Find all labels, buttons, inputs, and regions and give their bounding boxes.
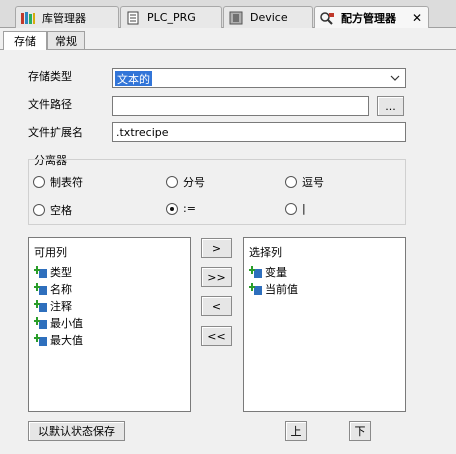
list-item[interactable]: 最小值	[34, 315, 83, 331]
remove-column-button[interactable]: <	[201, 296, 232, 316]
tab-storage[interactable]: 存储	[3, 31, 47, 50]
list-item[interactable]: 注释	[34, 298, 72, 314]
tab-divider	[0, 49, 456, 50]
list-item-label: 注释	[50, 300, 72, 313]
move-down-button[interactable]: 下	[349, 421, 371, 441]
selected-columns-title: 选择列	[249, 246, 282, 259]
radio-button-checked[interactable]	[166, 202, 178, 215]
list-item-label: 名称	[50, 283, 72, 296]
radio-label: 分号	[183, 176, 205, 189]
close-icon[interactable]: ✕	[412, 11, 422, 25]
document-icon	[125, 11, 141, 25]
tab-label: 常规	[55, 34, 77, 48]
move-up-button[interactable]: 上	[285, 421, 307, 441]
variable-icon	[249, 283, 262, 295]
radio-label: 逗号	[302, 176, 324, 189]
file-path-label: 文件路径	[28, 98, 72, 111]
list-item[interactable]: 当前值	[249, 281, 298, 297]
tab-recipe-manager[interactable]: 配方管理器 ✕	[314, 6, 429, 28]
radio-button[interactable]	[285, 176, 297, 188]
file-extension-input[interactable]: .txtrecipe	[112, 122, 406, 142]
chevron-down-icon[interactable]	[389, 71, 401, 85]
radio-label: :=	[183, 202, 196, 215]
device-icon	[228, 11, 244, 25]
available-columns-title: 可用列	[34, 246, 67, 259]
list-item[interactable]: 名称	[34, 281, 72, 297]
radio-label: |	[302, 202, 306, 215]
radio-button[interactable]	[33, 204, 45, 216]
tab-library-manager[interactable]: 库管理器	[15, 6, 119, 28]
radio-space[interactable]: 空格	[33, 202, 72, 218]
radio-button[interactable]	[33, 176, 45, 188]
list-item[interactable]: 最大值	[34, 332, 83, 348]
variable-icon	[34, 266, 47, 278]
variable-icon	[34, 317, 47, 329]
browse-button[interactable]: ...	[377, 96, 404, 116]
remove-all-columns-button[interactable]: <<	[201, 326, 232, 346]
list-item-label: 最大值	[50, 334, 83, 347]
available-columns-list[interactable]: 可用列 类型 名称 注释 最小值 最大值	[28, 237, 191, 412]
add-all-columns-button[interactable]: >>	[201, 267, 232, 287]
radio-pipe[interactable]: |	[285, 202, 306, 215]
list-item-label: 最小值	[50, 317, 83, 330]
file-path-input[interactable]	[112, 96, 369, 116]
separator-group	[28, 159, 406, 225]
radio-tab[interactable]: 制表符	[33, 174, 83, 190]
add-column-button[interactable]: >	[201, 238, 232, 258]
tab-label: 存储	[14, 35, 36, 48]
list-item[interactable]: 变量	[249, 264, 287, 280]
tab-general[interactable]: 常规	[47, 31, 85, 49]
storage-type-value: 文本的	[115, 71, 152, 86]
list-item[interactable]: 类型	[34, 264, 72, 280]
selected-columns-list[interactable]: 选择列 变量 当前值	[243, 237, 406, 412]
list-item-label: 变量	[265, 266, 287, 279]
radio-label: 制表符	[50, 176, 83, 189]
variable-icon	[249, 266, 262, 278]
save-default-button[interactable]: 以默认状态保存	[28, 421, 125, 441]
tab-label: PLC_PRG	[147, 11, 196, 24]
storage-type-dropdown[interactable]: 文本的	[112, 68, 406, 88]
variable-icon	[34, 334, 47, 346]
tab-label: 配方管理器	[341, 11, 396, 25]
list-item-label: 类型	[50, 266, 72, 279]
radio-semicolon[interactable]: 分号	[166, 174, 205, 190]
recipe-manager-icon	[319, 11, 335, 25]
tab-label: 库管理器	[42, 11, 86, 25]
variable-icon	[34, 283, 47, 295]
tab-device[interactable]: Device	[223, 6, 313, 28]
radio-button[interactable]	[285, 202, 297, 215]
tab-label: Device	[250, 11, 288, 24]
radio-assign[interactable]: :=	[166, 202, 196, 215]
variable-icon	[34, 300, 47, 312]
library-icon	[20, 11, 36, 25]
tab-plc-prg[interactable]: PLC_PRG	[120, 6, 222, 28]
radio-comma[interactable]: 逗号	[285, 174, 324, 190]
radio-label: 空格	[50, 204, 72, 217]
list-item-label: 当前值	[265, 283, 298, 296]
radio-button[interactable]	[166, 176, 178, 188]
storage-type-label: 存储类型	[28, 70, 72, 83]
file-extension-label: 文件扩展名	[28, 126, 83, 139]
